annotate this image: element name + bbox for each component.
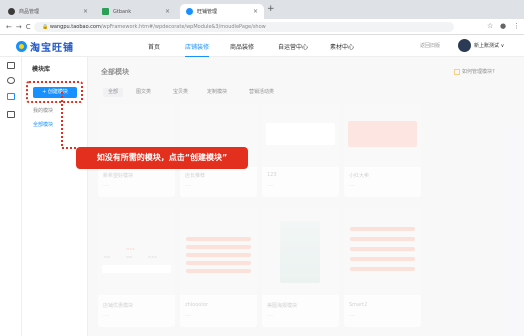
- browser-tab-title: Gtbank: [113, 8, 132, 15]
- logo-text: 淘宝旺铺: [30, 43, 74, 54]
- avatar[interactable]: [458, 39, 471, 52]
- reload-icon[interactable]: C: [26, 23, 31, 31]
- browser-tabstrip: 商品管理 × Gtbank × 旺铺管理 × +: [0, 0, 524, 19]
- browser-tab-1[interactable]: 商品管理 ×: [2, 4, 94, 19]
- back-icon[interactable]: ←: [6, 23, 12, 31]
- profile-icon[interactable]: ●: [500, 22, 506, 30]
- nav-home[interactable]: 首页: [148, 42, 160, 51]
- left-icon-rail: [0, 57, 22, 336]
- back-to-old-link[interactable]: 返回旧版: [420, 42, 440, 49]
- monitor-icon[interactable]: [7, 111, 15, 118]
- logo[interactable]: 淘宝旺铺: [16, 39, 74, 54]
- tutorial-callout: 如没有所需的模块，点击“创建模块”: [76, 147, 248, 169]
- tutorial-dim-overlay: [88, 57, 524, 336]
- gtbank-icon: [102, 8, 109, 15]
- nav-shop-decorate[interactable]: 店铺装修: [185, 42, 210, 57]
- sidebar-title: 模块库: [32, 66, 51, 73]
- browser-tab-title: 旺铺管理: [197, 9, 218, 15]
- url-path: /wpFramework.htm#/wpdecorate/wpModule&3/…: [100, 24, 266, 30]
- account-menu[interactable]: 新上账测试 ∨: [474, 42, 504, 49]
- taobao-logo-icon: [16, 41, 27, 52]
- address-bar-row: ← → C 🔒 wangpu.taobao.com/wpFramework.ht…: [0, 19, 524, 35]
- star-icon[interactable]: ☆: [487, 22, 493, 30]
- new-tab-button[interactable]: +: [267, 4, 275, 14]
- nav-material-center[interactable]: 素材中心: [330, 42, 354, 51]
- nav-item-decorate[interactable]: 商品装修: [230, 42, 254, 51]
- layers-icon[interactable]: [7, 77, 15, 84]
- browser-tab-3[interactable]: 旺铺管理 ×: [180, 4, 264, 19]
- app-header: 淘宝旺铺 首页 店铺装修 商品装修 自运营中心 素材中心 返回旧版 新上账测试 …: [0, 35, 524, 57]
- close-tab-icon[interactable]: ×: [165, 8, 170, 15]
- url-host: wangpu.taobao.com: [49, 24, 101, 30]
- close-tab-icon[interactable]: ×: [253, 8, 258, 15]
- forward-icon[interactable]: →: [16, 23, 22, 31]
- browser-tab-title: 商品管理: [19, 9, 40, 15]
- menu-icon[interactable]: ⋮: [513, 22, 520, 30]
- url-field[interactable]: 🔒 wangpu.taobao.com/wpFramework.htm#/wpd…: [34, 22, 454, 32]
- lock-icon: 🔒: [42, 24, 49, 30]
- browser-tab-2[interactable]: Gtbank ×: [96, 4, 176, 19]
- callout-pointer: [61, 92, 76, 149]
- chrome-icon: [8, 8, 15, 15]
- module-icon[interactable]: [7, 93, 15, 100]
- taobao-wangpu-icon: [186, 8, 193, 15]
- nav-self-operation[interactable]: 自运营中心: [278, 42, 308, 51]
- page-icon[interactable]: [7, 62, 15, 69]
- close-tab-icon[interactable]: ×: [83, 8, 88, 15]
